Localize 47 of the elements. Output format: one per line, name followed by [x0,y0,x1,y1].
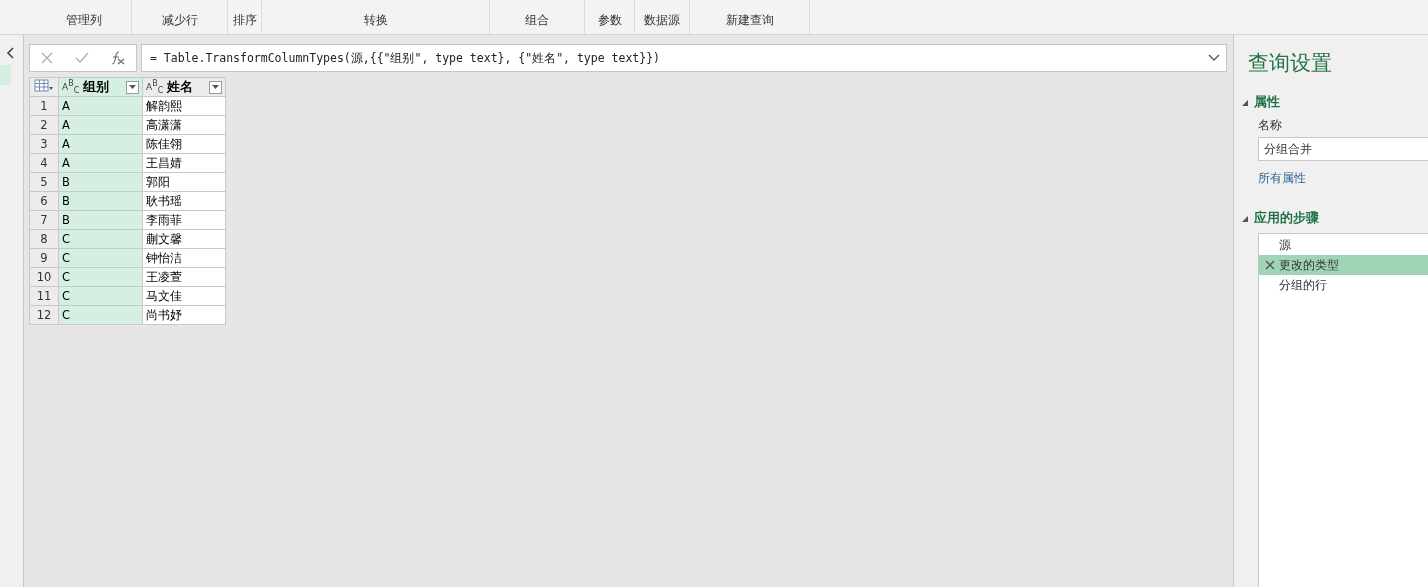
table-cell: 王昌婧 [142,153,226,173]
ribbon-group-label: 组合 [525,12,549,29]
caret-icon[interactable] [129,85,136,89]
function-icon[interactable] [109,50,126,66]
filter-dropdown-button[interactable] [209,80,222,94]
applied-step[interactable]: 分组的行 [1259,275,1428,295]
field-label: 名称 [1258,117,1283,134]
column-label: 组别 [83,78,111,96]
column-header[interactable]: A$^{B}$$_{C}$ 姓名 [142,77,226,97]
ribbon-group-label: 参数 [597,12,622,29]
collapse-icon[interactable] [6,47,16,59]
table-menu-icon[interactable] [34,78,54,93]
ribbon-group-label: 排序 [232,12,257,29]
name-field[interactable]: 分组合并 [1258,137,1428,161]
all-properties-link[interactable]: 所有属性 [1258,170,1428,187]
table-cell: 李雨菲 [142,210,226,230]
table-cell: 王凌萱 [142,267,226,287]
applied-step[interactable]: 源 [1259,235,1428,255]
table-cell: 耿书瑶 [142,191,226,211]
ribbon-group-label: 转换 [363,12,388,29]
caret-icon[interactable] [212,85,219,89]
table-cell: 钟怡洁 [142,248,226,268]
table-cell: 高潇潇 [142,115,226,135]
table-cell: 郭阳 [142,172,226,192]
section-heading: 属性 [1254,94,1280,111]
panel-title: 查询设置 [1248,50,1333,77]
table-cell: 尚书妤 [142,305,226,325]
table-cell: 蒯文馨 [142,229,226,249]
delete-step-icon[interactable] [1265,260,1275,270]
collapse-triangle-icon[interactable] [1242,99,1248,106]
filter-dropdown-button[interactable] [126,80,139,94]
column-label: 姓名 [167,78,195,96]
ribbon-group-label: 减少行 [161,12,198,29]
ribbon-group-label: 管理列 [66,12,102,29]
dropdown-icon[interactable] [1208,54,1220,62]
table-cell: 陈佳翎 [142,134,226,154]
ribbon-group-label: 数据源 [644,12,680,29]
applied-step[interactable]: 更改的类型 [1259,255,1428,275]
section-heading: 应用的步骤 [1254,210,1319,227]
formula-field[interactable]: = Table.TransformColumnTypes(源,{{"组别", type text}, {"姓名", type text}}) [141,44,1227,72]
collapse-triangle-icon[interactable] [1242,215,1248,222]
selected-query-marker[interactable] [0,65,11,85]
table-cell: 解韵熙 [142,96,226,116]
check-icon[interactable] [75,51,89,65]
ribbon-group-label: 新建查询 [725,12,774,29]
column-header[interactable]: A$^{B}$$_{C}$ 组别 [58,77,143,97]
table-cell: 马文佳 [142,286,226,306]
